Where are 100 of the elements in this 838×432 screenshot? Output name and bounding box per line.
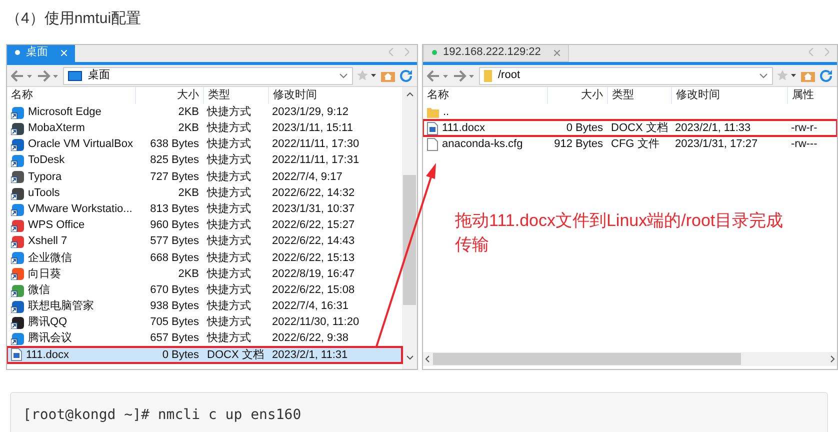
refresh-icon[interactable] — [819, 68, 833, 82]
file-row[interactable]: anaconda-ks.cfg 912 Bytes CFG 文件 2023/1/31, 17:27 -rw--- — [423, 136, 837, 153]
scrollbar-thumb[interactable] — [403, 175, 416, 305]
back-arrow-icon[interactable] — [11, 70, 33, 82]
path-field[interactable]: /root — [479, 66, 773, 84]
file-cell-text: 快捷方式 — [206, 282, 252, 298]
file-name: Typora — [28, 170, 62, 185]
file-row[interactable]: 111.docx 0 Bytes DOCX 文档 2023/2/1, 11:33 -rw-r- — [423, 120, 837, 136]
file-row[interactable]: WPS Office 960 Bytes 快捷方式 2022/6/22, 15:27 — [7, 217, 402, 234]
scrollbar-thumb[interactable] — [433, 353, 741, 365]
file-cell-text: 813 Bytes — [149, 202, 200, 217]
file-cell-text: 705 Bytes — [149, 315, 200, 330]
file-cell-text: 2022/11/11, 17:30 — [271, 137, 360, 152]
home-folder-icon[interactable] — [801, 70, 815, 82]
column-header[interactable]: 属性 — [787, 87, 831, 104]
file-cell-text: 快捷方式 — [206, 234, 252, 250]
file-cell-text: 快捷方式 — [206, 266, 252, 282]
file-row[interactable]: VMware Workstatio... 813 Bytes 快捷方式 2023/1/31, 10:37 — [7, 201, 402, 218]
file-row[interactable]: 微信 670 Bytes 快捷方式 2022/6/22, 15:08 — [7, 282, 402, 298]
file-row[interactable]: uTools 2KB 快捷方式 2022/6/22, 14:32 — [7, 184, 402, 202]
file-row[interactable]: Typora 727 Bytes 快捷方式 2022/7/4, 9:17 — [7, 168, 402, 185]
scroll-up-icon[interactable] — [406, 91, 414, 97]
app-shortcut-icon — [11, 267, 24, 280]
file-cell-text: 668 Bytes — [149, 250, 200, 266]
document-icon — [427, 122, 438, 135]
file-row[interactable]: ToDesk 825 Bytes 快捷方式 2022/11/11, 17:31 — [7, 152, 402, 169]
tab-scroll-arrows-icon[interactable] — [809, 48, 829, 56]
file-row[interactable]: .. — [423, 104, 837, 120]
column-header[interactable]: 类型 — [203, 87, 268, 104]
file-name: 联想电脑管家 — [28, 298, 94, 314]
file-name: .. — [443, 104, 450, 120]
file-cell-text: 2KB — [177, 104, 200, 120]
file-row[interactable]: Xshell 7 577 Bytes 快捷方式 2022/6/22, 14:43 — [7, 234, 402, 250]
column-header[interactable]: 修改时间 — [268, 87, 392, 104]
vertical-scrollbar[interactable] — [402, 87, 417, 369]
file-row[interactable]: 向日葵 2KB 快捷方式 2022/8/19, 16:47 — [7, 266, 402, 282]
file-cell-text: 2023/2/1, 11:33 — [674, 121, 752, 136]
file-row[interactable]: 腾讯QQ 705 Bytes 快捷方式 2022/11/30, 11:20 — [7, 314, 402, 331]
back-arrow-icon[interactable] — [427, 70, 449, 82]
file-cell-text: 快捷方式 — [206, 250, 252, 266]
file-cell-text: 快捷方式 — [206, 218, 252, 234]
column-header[interactable]: 类型 — [607, 87, 671, 104]
file-cell-text: 快捷方式 — [206, 120, 252, 136]
section-heading: （4）使用nmtui配置 — [5, 9, 142, 29]
column-header[interactable]: 大小 — [135, 87, 203, 104]
path-field[interactable]: 桌面 — [63, 66, 353, 84]
forward-arrow-icon[interactable] — [453, 70, 475, 82]
horizontal-scrollbar[interactable] — [423, 352, 837, 366]
file-row[interactable]: MobaXterm 2KB 快捷方式 2023/1/11, 15:11 — [7, 120, 402, 136]
file-row[interactable]: 111.docx 0 Bytes DOCX 文档 2023/2/1, 11:31 — [7, 346, 402, 363]
scroll-down-icon[interactable] — [406, 355, 414, 361]
close-icon[interactable] — [554, 50, 560, 56]
file-name: uTools — [28, 186, 60, 201]
chevron-down-icon[interactable] — [759, 72, 768, 78]
tab-scroll-arrows-icon[interactable] — [389, 48, 409, 56]
file-cell-text: 2022/7/4, 9:17 — [271, 170, 344, 185]
file-row[interactable]: Microsoft Edge 2KB 快捷方式 2023/1/29, 9:12 — [7, 104, 402, 120]
file-name: anaconda-ks.cfg — [442, 137, 523, 152]
column-header[interactable]: 名称 — [427, 87, 547, 104]
home-folder-icon[interactable] — [381, 70, 395, 82]
app-shortcut-icon — [11, 138, 24, 151]
file-cell-text: 快捷方式 — [206, 170, 252, 185]
file-name: 向日葵 — [28, 266, 61, 282]
star-icon[interactable] — [357, 70, 377, 81]
file-cell-text: 快捷方式 — [206, 330, 252, 346]
app-shortcut-icon — [11, 235, 24, 248]
file-name: 111.docx — [442, 121, 486, 136]
path-text: 桌面 — [88, 68, 111, 84]
column-header[interactable]: 修改时间 — [671, 87, 787, 104]
file-cell-text: 2023/1/29, 9:12 — [271, 104, 350, 120]
app-shortcut-icon — [11, 218, 24, 232]
refresh-icon[interactable] — [399, 68, 413, 82]
column-header[interactable]: 名称 — [11, 87, 135, 104]
file-cell-text: 快捷方式 — [206, 186, 252, 201]
desktop-icon — [68, 70, 82, 80]
app-shortcut-icon — [11, 284, 24, 297]
file-row[interactable]: 联想电脑管家 938 Bytes 快捷方式 2022/7/4, 16:31 — [7, 298, 402, 314]
file-cell-text: 960 Bytes — [149, 218, 200, 234]
app-shortcut-icon — [11, 300, 24, 313]
file-row[interactable]: 腾讯会议 657 Bytes 快捷方式 2022/6/22, 9:38 — [7, 330, 402, 347]
forward-arrow-icon[interactable] — [37, 70, 59, 82]
file-cell-text: 快捷方式 — [206, 104, 252, 120]
file-cell-text: 938 Bytes — [149, 299, 200, 314]
file-cell-text: 577 Bytes — [149, 234, 200, 250]
file-cell-text: 2022/8/19, 16:47 — [271, 266, 356, 282]
file-row[interactable]: Oracle VM VirtualBox 638 Bytes 快捷方式 2022/11/11, 17:30 — [7, 136, 402, 153]
file-cell-text: 670 Bytes — [149, 282, 200, 298]
app-shortcut-icon — [11, 332, 24, 346]
chevron-down-icon[interactable] — [339, 72, 348, 78]
panel-tab[interactable]: 192.168.222.129:22 — [423, 45, 569, 62]
app-shortcut-icon — [11, 170, 24, 184]
file-row[interactable]: 企业微信 668 Bytes 快捷方式 2022/6/22, 15:13 — [7, 250, 402, 266]
file-cell-text: 825 Bytes — [149, 153, 200, 168]
star-icon[interactable] — [777, 70, 797, 81]
panel-tab[interactable]: 桌面 — [7, 45, 75, 62]
file-cell-text: 2023/1/31, 17:27 — [674, 137, 759, 152]
column-header[interactable]: 大小 — [547, 87, 607, 104]
file-cell-text: -rw--- — [790, 137, 818, 152]
file-cell-text: 2022/11/11, 17:31 — [271, 153, 360, 168]
file-cell-text: 2023/1/11, 15:11 — [271, 121, 354, 136]
